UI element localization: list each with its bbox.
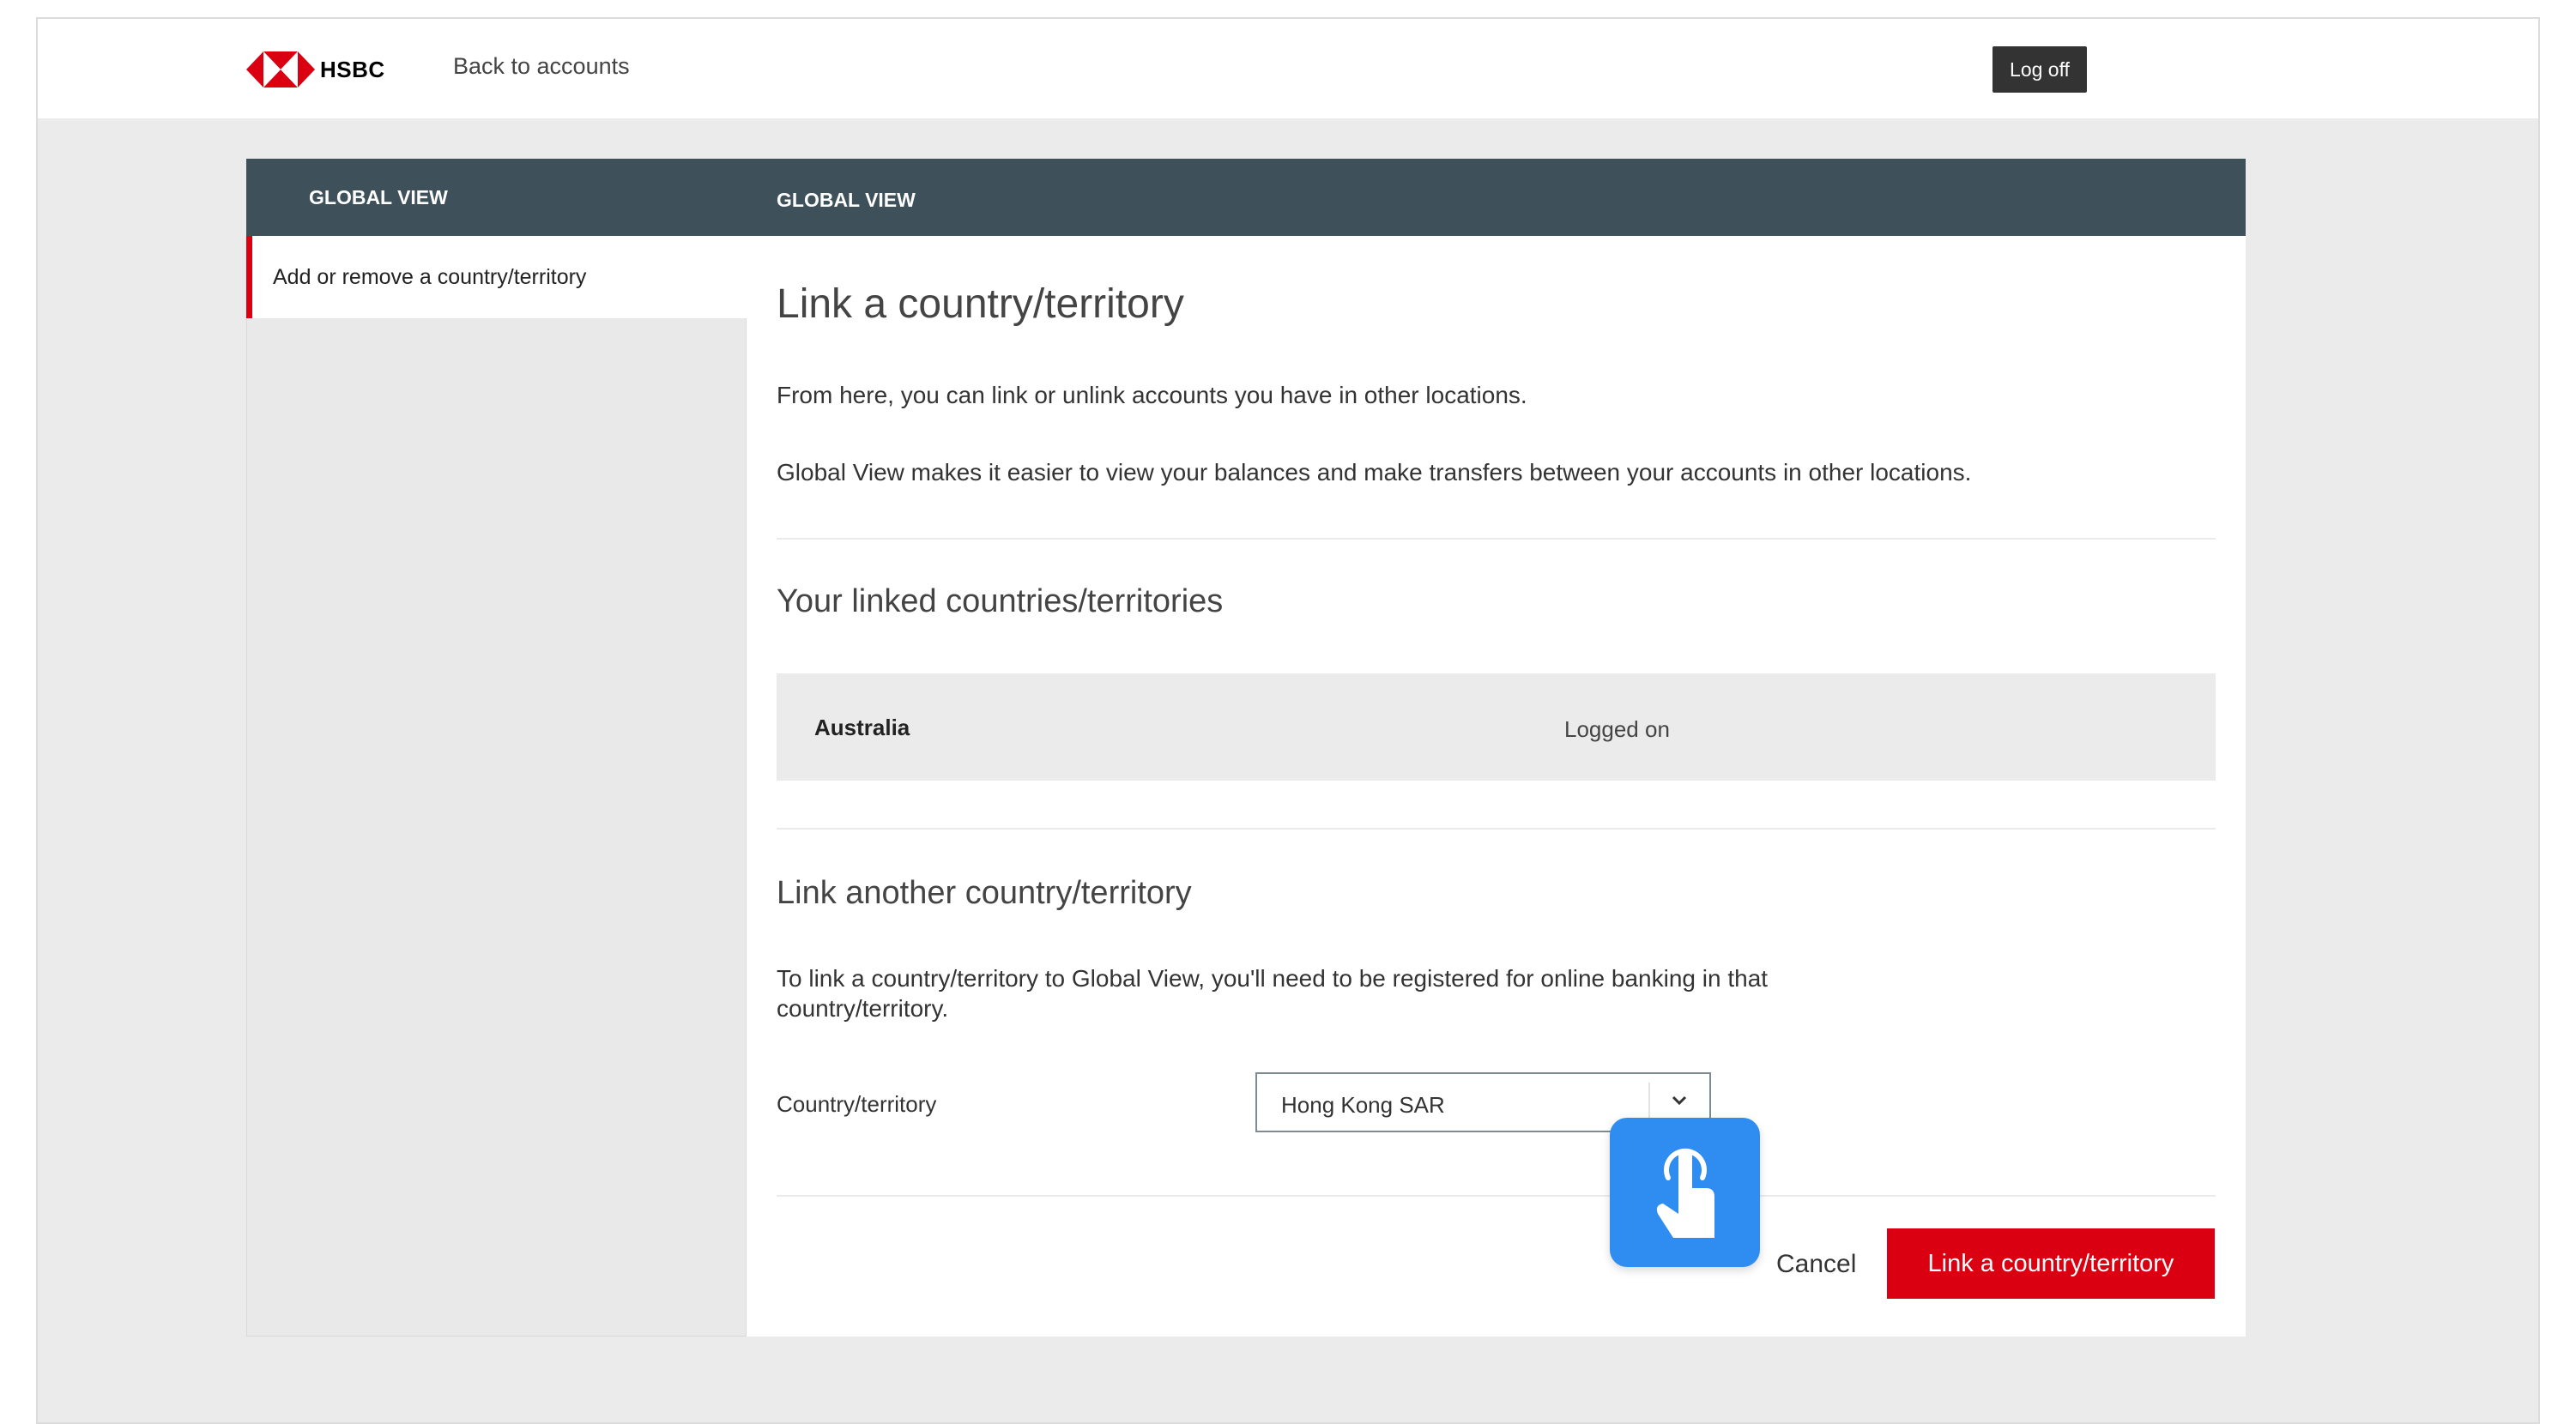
chevron-down-icon[interactable] xyxy=(1668,1089,1690,1112)
sidebar-header-title: GLOBAL VIEW xyxy=(309,186,448,208)
section-divider xyxy=(777,538,2216,540)
country-select-value: Hong Kong SAR xyxy=(1281,1092,1445,1118)
cancel-button[interactable]: Cancel xyxy=(1776,1250,1856,1279)
link-requirement-note: To link a country/territory to Global Vi… xyxy=(777,965,1769,1022)
tap-finger-icon xyxy=(1656,1148,1714,1238)
tap-gesture-overlay xyxy=(1610,1118,1760,1267)
description-text: Global View makes it easier to view your… xyxy=(777,459,1972,486)
intro-text: From here, you can link or unlink accoun… xyxy=(777,382,1527,408)
log-off-button[interactable]: Log off xyxy=(1992,46,2087,93)
section-header-band: GLOBAL VIEW GLOBAL VIEW xyxy=(246,159,2246,236)
hsbc-logo[interactable]: HSBC xyxy=(246,51,385,87)
main-header-title: GLOBAL VIEW xyxy=(777,189,916,211)
sidebar-item-add-remove-country[interactable]: Add or remove a country/territory xyxy=(246,236,747,318)
linked-country-row: Australia Logged on xyxy=(777,673,2216,781)
page-title: Link a country/territory xyxy=(777,281,1184,327)
sidebar-item-label: Add or remove a country/territory xyxy=(273,264,587,289)
linked-country-status: Logged on xyxy=(1564,716,1670,742)
top-navigation-bar xyxy=(36,17,2540,118)
sidebar xyxy=(246,236,747,1337)
hsbc-hexagon-logo-icon xyxy=(246,51,315,87)
section-divider xyxy=(777,1195,2216,1197)
select-separator xyxy=(1648,1083,1650,1122)
link-country-button[interactable]: Link a country/territory xyxy=(1887,1228,2215,1299)
link-another-heading: Link another country/territory xyxy=(777,875,1192,911)
brand-name: HSBC xyxy=(320,56,385,82)
country-field-label: Country/territory xyxy=(777,1091,937,1117)
back-to-accounts-link[interactable]: Back to accounts xyxy=(453,53,630,80)
linked-country-name: Australia xyxy=(814,715,910,740)
section-divider xyxy=(777,828,2216,830)
linked-countries-heading: Your linked countries/territories xyxy=(777,583,1224,619)
